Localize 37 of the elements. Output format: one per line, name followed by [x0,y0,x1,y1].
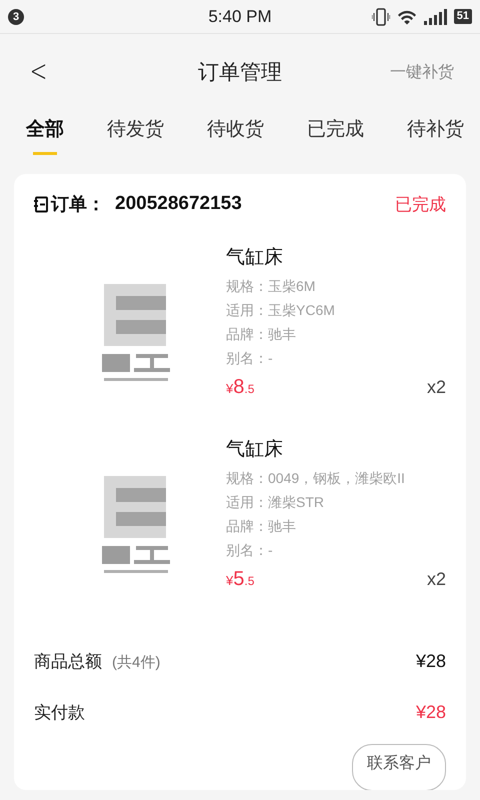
tab[interactable]: 全部 [26,110,64,155]
product-price: ¥5.5 [226,568,254,591]
tab[interactable]: 已完成 [307,110,364,155]
order-status: 已完成 [395,194,446,216]
order-label: 订单： [51,193,105,216]
product-spec: 别名：- [226,349,273,367]
product-spec: 适用：潍柴STR [226,493,324,511]
product-name: 气缸床 [226,246,284,270]
back-button[interactable]: < [30,57,48,87]
clock-time: 5:40 PM [208,6,272,26]
order-icon [34,196,49,212]
product-spec: 品牌：驰丰 [226,325,296,343]
total-label: 商品总额 [34,651,102,673]
tab[interactable]: 待补货 [407,110,464,155]
quantity: x2 [426,569,446,590]
quantity: x2 [426,377,446,398]
vibrate-icon [372,8,390,26]
order-number: 200528672153 [115,193,242,215]
battery-level: 51 [454,9,472,24]
product-spec: 品牌：驰丰 [226,517,296,535]
product-spec: 规格：0049，钢板，潍柴欧II [226,469,405,487]
product-spec: 规格：玉柴6M [226,277,316,295]
product-price: ¥8.5 [226,376,254,399]
tab[interactable]: 待收货 [207,110,264,155]
signal-icon [424,8,447,24]
product-spec: 别名：- [226,541,273,559]
notification-badge: 3 [8,8,24,24]
wifi-icon [396,8,417,24]
contact-customer-button[interactable]: 联系客户 [352,744,446,790]
product-spec: 适用：玉柴YC6M [226,301,335,319]
tab[interactable]: 待发货 [107,110,164,155]
paid-label: 实付款 [34,702,85,724]
product-name: 气缸床 [226,438,284,462]
item-count: (共4件) [112,653,160,672]
paid-amount: ¥28 [416,702,446,723]
total-amount: ¥28 [416,651,446,672]
page-title: 订单管理 [198,59,282,86]
